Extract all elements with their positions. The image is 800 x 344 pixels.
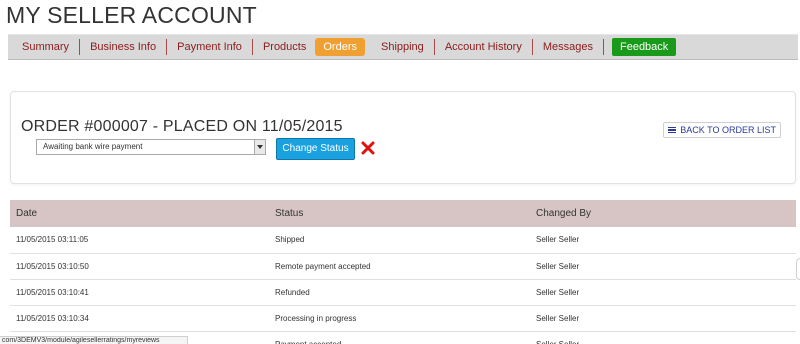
back-to-order-list-button[interactable]: BACK TO ORDER LIST: [663, 122, 781, 138]
change-status-button[interactable]: Change Status: [276, 138, 355, 160]
order-panel: ORDER #000007 - PLACED ON 11/05/2015 BAC…: [10, 91, 796, 184]
table-header-row: Date Status Changed By: [10, 200, 796, 227]
scroll-edge: [796, 258, 800, 280]
cell-status: Processing in progress: [269, 305, 530, 332]
table-row: 11/05/2015 03:10:41 Refunded Seller Sell…: [10, 279, 796, 306]
nav-payment-info[interactable]: Payment Info: [167, 39, 253, 55]
nav-summary[interactable]: Summary: [12, 39, 81, 55]
table-row: 11/05/2015 03:11:05 Shipped Seller Selle…: [10, 227, 796, 254]
nav-business-info[interactable]: Business Info: [80, 39, 168, 55]
order-status-select[interactable]: Awaiting bank wire payment: [36, 139, 266, 155]
nav-shipping[interactable]: Shipping: [371, 39, 435, 55]
cell-changed-by: Seller Seller: [530, 227, 796, 254]
cell-status: Shipped: [269, 227, 530, 254]
order-status-selected: Awaiting bank wire payment: [43, 142, 143, 151]
close-icon[interactable]: [361, 141, 375, 155]
list-icon: [668, 126, 677, 134]
nav-orders[interactable]: Orders: [315, 38, 365, 56]
cell-changed-by: Seller Seller: [530, 331, 796, 344]
table-row: 11/05/2015 03:10:34 Processing in progre…: [10, 305, 796, 332]
nav-feedback[interactable]: Feedback: [611, 38, 677, 56]
status-bar-url: com/3DEMV3/module/agilesellerratings/myr…: [0, 336, 188, 344]
table-row: 11/05/2015 03:10:50 Remote payment accep…: [10, 253, 796, 280]
cell-status: Payment accepted: [269, 331, 530, 344]
nav-messages[interactable]: Messages: [533, 39, 603, 55]
cell-changed-by: Seller Seller: [530, 305, 796, 332]
order-heading: ORDER #000007 - PLACED ON 11/05/2015: [21, 118, 343, 135]
back-to-order-list-label: BACK TO ORDER LIST: [680, 125, 776, 135]
cell-date: 11/05/2015 03:11:05: [10, 227, 269, 254]
cell-status: Remote payment accepted: [269, 253, 530, 280]
seller-nav: Summary Business Info Payment Info Produ…: [8, 34, 798, 60]
nav-account-history[interactable]: Account History: [435, 39, 533, 55]
nav-divider: [602, 39, 604, 55]
column-header-status: Status: [269, 200, 530, 227]
cell-date: 11/05/2015 03:10:50: [10, 253, 269, 280]
column-header-changed-by: Changed By: [530, 200, 796, 227]
cell-changed-by: Seller Seller: [530, 253, 796, 280]
column-header-date: Date: [10, 200, 269, 227]
order-history-table: Date Status Changed By 11/05/2015 03:11:…: [10, 200, 796, 344]
nav-products[interactable]: Products: [253, 39, 318, 55]
cell-status: Refunded: [269, 279, 530, 306]
page-title: MY SELLER ACCOUNT: [6, 2, 257, 28]
cell-changed-by: Seller Seller: [530, 279, 796, 306]
cell-date: 11/05/2015 03:10:41: [10, 279, 269, 306]
cell-date: 11/05/2015 03:10:34: [10, 305, 269, 332]
chevron-down-icon[interactable]: [254, 140, 265, 154]
